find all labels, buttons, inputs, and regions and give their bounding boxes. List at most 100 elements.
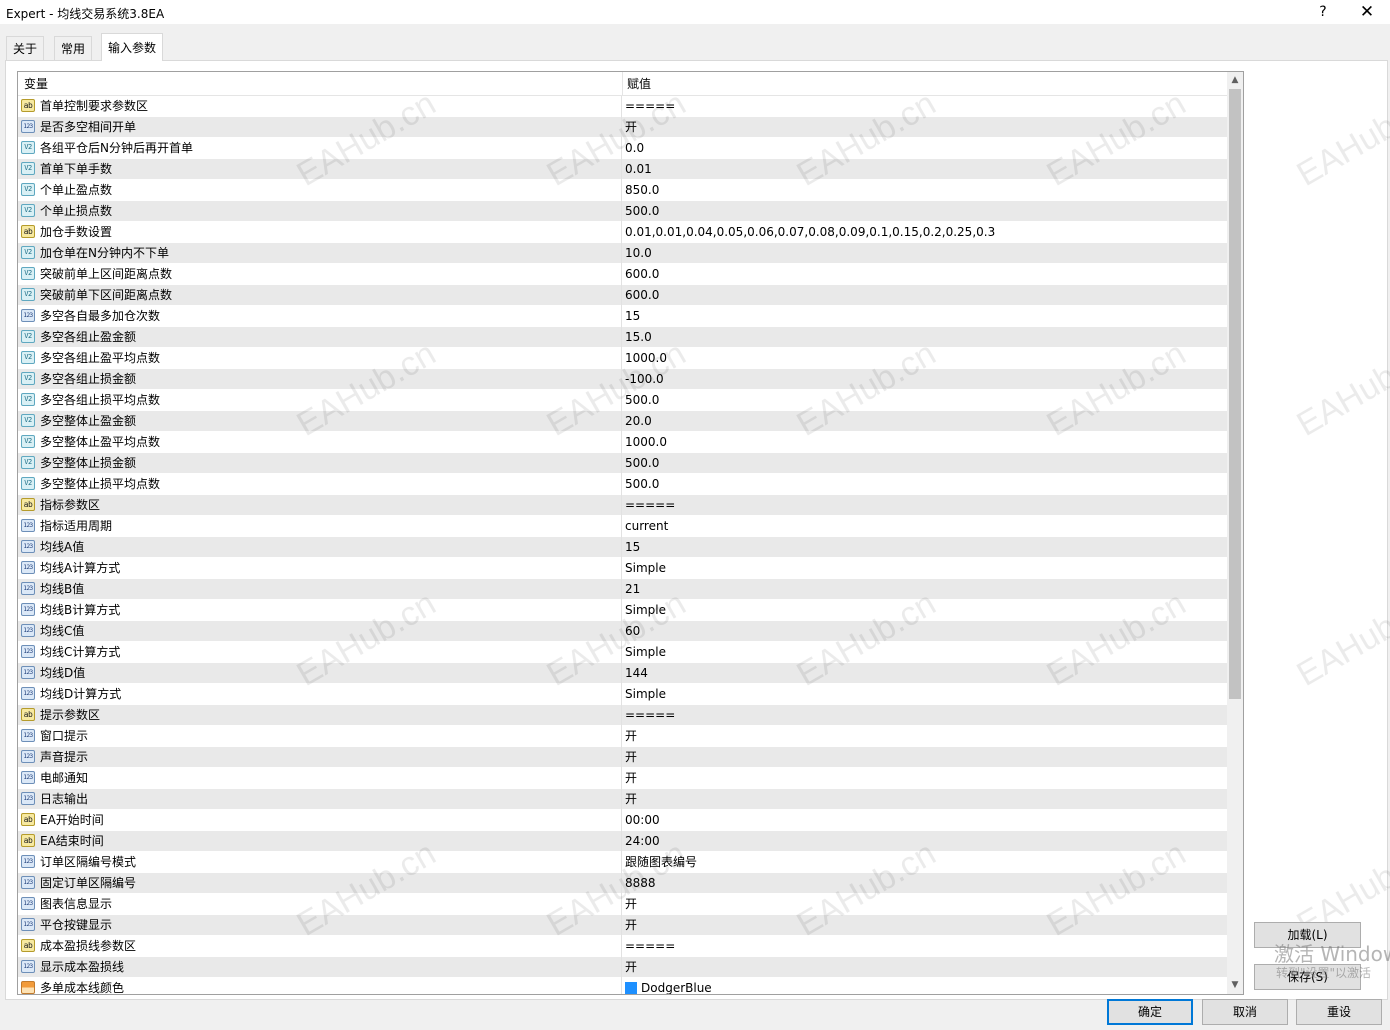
parameter-value[interactable]: 1000.0 [625,432,667,453]
parameter-value[interactable]: Simple [625,684,666,705]
parameter-value[interactable]: 21 [625,579,640,600]
table-row[interactable]: 123 平仓按键显示 开 [18,915,1227,936]
table-row[interactable]: ab 成本盈损线参数区 ===== [18,936,1227,957]
parameter-value[interactable]: 15 [625,537,640,558]
table-row[interactable]: V2 个单止盈点数 850.0 [18,180,1227,201]
table-row[interactable]: 123 显示成本盈损线 开 [18,957,1227,978]
parameter-value[interactable]: -100.0 [625,369,664,390]
table-row[interactable]: 123 图表信息显示 开 [18,894,1227,915]
parameter-value[interactable]: 15.0 [625,327,652,348]
table-row[interactable]: 123 均线B值 21 [18,579,1227,600]
table-row[interactable]: 123 订单区隔编号模式 跟随图表编号 [18,852,1227,873]
table-row[interactable]: V2 各组平仓后N分钟后再开首单 0.0 [18,138,1227,159]
table-row[interactable]: 123 均线C计算方式 Simple [18,642,1227,663]
parameter-value[interactable]: 开 [625,894,637,915]
table-row[interactable]: 123 均线A值 15 [18,537,1227,558]
parameter-value[interactable]: 跟随图表编号 [625,852,697,873]
parameter-value[interactable]: 0.0 [625,138,644,159]
parameter-value[interactable]: 开 [625,957,637,978]
parameter-value[interactable]: 600.0 [625,285,659,306]
parameter-value[interactable]: 500.0 [625,474,659,495]
tab-inputs[interactable]: 输入参数 [101,33,164,61]
table-row[interactable]: ab 首单控制要求参数区 ===== [18,96,1227,117]
parameter-value[interactable]: 0.01 [625,159,652,180]
reset-button[interactable]: 重设 [1296,999,1382,1025]
table-row[interactable]: 123 是否多空相间开单 开 [18,117,1227,138]
scroll-up-icon[interactable]: ▲ [1227,72,1243,89]
parameter-value[interactable]: 1000.0 [625,348,667,369]
parameter-value[interactable]: ===== [625,936,675,957]
close-button[interactable]: ✕ [1344,0,1390,24]
table-row[interactable]: V2 多空各组止损平均点数 500.0 [18,390,1227,411]
parameter-value[interactable]: Simple [625,558,666,579]
table-row[interactable]: ab EA结束时间 24:00 [18,831,1227,852]
parameter-value[interactable]: ===== [625,705,675,726]
table-row[interactable]: V2 多空各组止盈金额 15.0 [18,327,1227,348]
parameter-value[interactable]: 开 [625,747,637,768]
table-row[interactable]: 123 均线D值 144 [18,663,1227,684]
table-row[interactable]: 123 固定订单区隔编号 8888 [18,873,1227,894]
parameter-value[interactable]: 144 [625,663,648,684]
parameter-value[interactable]: 10.0 [625,243,652,264]
table-row[interactable]: 123 均线C值 60 [18,621,1227,642]
table-row[interactable]: 123 多空各自最多加仓次数 15 [18,306,1227,327]
table-row[interactable]: 123 电邮通知 开 [18,768,1227,789]
parameter-value[interactable]: 20.0 [625,411,652,432]
table-row[interactable]: V2 多空各组止盈平均点数 1000.0 [18,348,1227,369]
help-button[interactable]: ? [1300,0,1346,24]
parameter-value[interactable]: Simple [625,600,666,621]
parameter-value[interactable]: Simple [625,642,666,663]
table-row[interactable]: V2 多空整体止盈金额 20.0 [18,411,1227,432]
table-row[interactable]: 123 指标适用周期 current [18,516,1227,537]
table-row[interactable]: 123 均线D计算方式 Simple [18,684,1227,705]
parameter-value[interactable]: 开 [625,789,637,810]
header-variable[interactable]: 变量 [18,72,623,95]
table-row[interactable]: ab 加仓手数设置 0.01,0.01,0.04,0.05,0.06,0.07,0.… [18,222,1227,243]
parameter-value[interactable]: ===== [625,495,675,516]
parameter-value[interactable]: 开 [625,117,637,138]
header-value[interactable]: 赋值 [621,72,1227,95]
parameter-value[interactable]: 500.0 [625,201,659,222]
table-row[interactable]: V2 多空各组止损金额 -100.0 [18,369,1227,390]
table-row[interactable]: V2 多空整体止盈平均点数 1000.0 [18,432,1227,453]
table-row[interactable]: V2 突破前单上区间距离点数 600.0 [18,264,1227,285]
table-row[interactable]: V2 多空整体止损平均点数 500.0 [18,474,1227,495]
table-row[interactable]: V2 首单下单手数 0.01 [18,159,1227,180]
parameter-value[interactable]: current [625,516,668,537]
parameter-value[interactable]: 60 [625,621,640,642]
scroll-thumb[interactable] [1229,89,1241,699]
table-row[interactable]: 123 声音提示 开 [18,747,1227,768]
parameter-value[interactable]: 500.0 [625,390,659,411]
table-row[interactable]: 123 日志输出 开 [18,789,1227,810]
parameter-value[interactable]: 850.0 [625,180,659,201]
tab-common[interactable]: 常用 [54,36,93,60]
parameter-value[interactable]: 500.0 [625,453,659,474]
parameter-value[interactable]: 8888 [625,873,656,894]
cancel-button[interactable]: 取消 [1202,999,1288,1025]
table-row[interactable]: V2 多空整体止损金额 500.0 [18,453,1227,474]
table-row[interactable]: ab 指标参数区 ===== [18,495,1227,516]
table-row[interactable]: 123 均线B计算方式 Simple [18,600,1227,621]
parameter-value[interactable]: 0.01,0.01,0.04,0.05,0.06,0.07,0.08,0.09,… [625,222,995,243]
table-row[interactable]: ab 提示参数区 ===== [18,705,1227,726]
table-row[interactable]: 123 均线A计算方式 Simple [18,558,1227,579]
parameter-value[interactable]: 24:00 [625,831,660,852]
parameter-value[interactable]: 开 [625,768,637,789]
tab-about[interactable]: 关于 [6,36,45,60]
table-row[interactable]: V2 个单止损点数 500.0 [18,201,1227,222]
parameter-value[interactable]: 00:00 [625,810,660,831]
parameter-value[interactable]: DodgerBlue [625,978,712,994]
ok-button[interactable]: 确定 [1107,999,1193,1025]
scroll-down-icon[interactable]: ▼ [1227,977,1243,994]
vertical-scrollbar[interactable]: ▲ ▼ [1227,72,1243,994]
table-row[interactable]: 多单成本线颜色 DodgerBlue [18,978,1227,994]
parameter-value[interactable]: 15 [625,306,640,327]
table-row[interactable]: V2 突破前单下区间距离点数 600.0 [18,285,1227,306]
parameter-value[interactable]: 600.0 [625,264,659,285]
parameter-value[interactable]: ===== [625,96,675,117]
table-row[interactable]: V2 加仓单在N分钟内不下单 10.0 [18,243,1227,264]
parameter-value[interactable]: 开 [625,726,637,747]
table-row[interactable]: 123 窗口提示 开 [18,726,1227,747]
table-row[interactable]: ab EA开始时间 00:00 [18,810,1227,831]
parameter-value[interactable]: 开 [625,915,637,936]
